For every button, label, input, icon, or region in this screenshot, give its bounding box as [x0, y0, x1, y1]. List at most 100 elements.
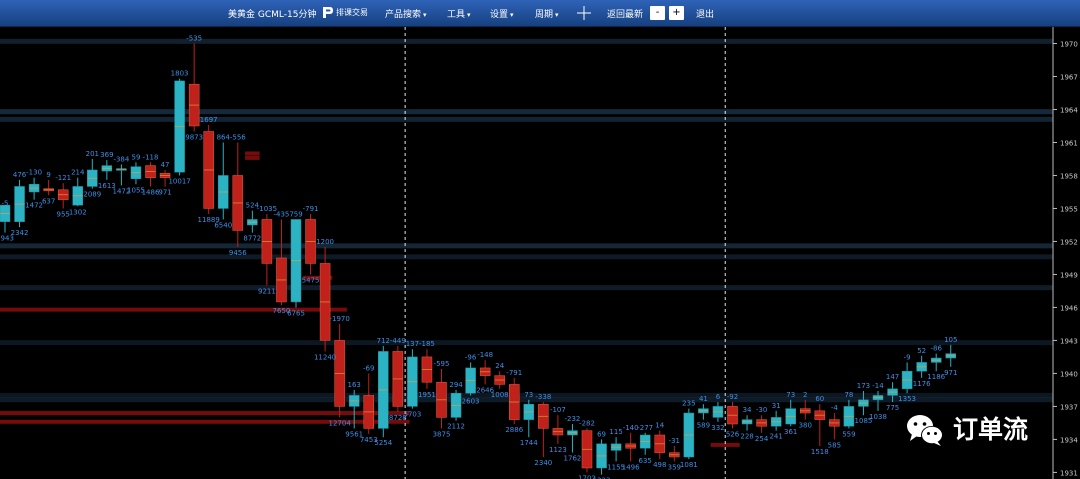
volume-level-band — [0, 254, 1053, 260]
candle-volume-label: 241 — [769, 433, 782, 441]
candle-delta-label: 759 — [289, 210, 302, 218]
price-axis: 1970 1967 1964 1961 1958 1955 1952 1949 1946 1943… — [1052, 27, 1078, 479]
candle-delta-label: -86 — [930, 345, 942, 353]
candle-volume-label: 5475 — [302, 276, 320, 284]
candle-delta-label: -232 — [565, 415, 581, 423]
price-tick-label: 1940 — [1060, 370, 1078, 378]
candle-delta-label: -4 — [831, 404, 839, 412]
candle-volume-label: 1744 — [520, 439, 538, 447]
price-tick-label: 1931 — [1060, 469, 1078, 477]
candle-delta-label: 137 — [406, 340, 419, 348]
candle-delta-label: 214 — [71, 169, 85, 177]
candle-volume-label: 1008 — [491, 391, 509, 399]
crosshair-icon[interactable] — [577, 6, 591, 20]
menu-product-search[interactable]: 产品搜索 ▾ — [385, 7, 427, 20]
candle-delta-label: -9 — [904, 353, 911, 361]
candle-delta-label: 476 — [13, 171, 27, 179]
logo-icon — [323, 7, 333, 18]
exit-button[interactable]: 退出 — [696, 7, 714, 20]
candle-volume-label: 1518 — [811, 448, 829, 456]
candle-volume-label: 254 — [755, 435, 769, 443]
candle-delta-label: 52 — [917, 347, 926, 355]
candle-volume-label: 1496 — [622, 463, 640, 471]
back-to-latest-button[interactable]: 返回最新 — [607, 7, 643, 20]
candle-delta-label: 78 — [844, 391, 853, 399]
candle-volume-label: 1302 — [69, 208, 87, 216]
candle-volume-label: 2112 — [447, 423, 465, 431]
volume-level-band — [0, 109, 1053, 115]
wechat-icon — [907, 415, 943, 446]
candle-volume-label: 3875 — [433, 430, 451, 438]
price-tick-label: 1967 — [1060, 73, 1078, 81]
candle-volume-label: 2603 — [462, 397, 480, 405]
candle-volume-label: 971 — [944, 369, 957, 377]
candle-delta-label: -107 — [550, 406, 566, 414]
candle-volume-label: 971 — [158, 188, 171, 196]
candle-delta-label: 73 — [524, 391, 533, 399]
candle-delta-label: -14 — [872, 382, 884, 390]
candle-delta-label: 9 — [46, 171, 50, 179]
candle-volume-label: 635 — [639, 457, 652, 465]
volume-levels — [0, 38, 1053, 447]
candle-delta-label: -30 — [756, 406, 767, 414]
candle-delta-label: -118 — [143, 153, 159, 161]
menu-settings[interactable]: 设置 ▾ — [490, 7, 514, 20]
candle-volume-label: 228 — [740, 433, 753, 441]
candle-delta-label: 24 — [495, 362, 504, 370]
candle-delta-label: 864 — [217, 133, 231, 141]
symbol-title: 美黄金 GCML-15分钟 — [228, 10, 317, 20]
candle-volume-label: 12704 — [329, 419, 352, 427]
candle-delta-label: 2 — [803, 391, 807, 399]
candle-delta-label: -140 — [623, 424, 639, 432]
candle-delta-label: 1200 — [316, 238, 334, 246]
price-tick-label: 1934 — [1060, 436, 1078, 444]
candle-delta-label: -92 — [727, 393, 738, 401]
candle-delta-label: -121 — [55, 174, 71, 182]
logo-text: 排课交易 — [336, 8, 368, 17]
candle-delta-label: 60 — [815, 395, 824, 403]
chevron-down-icon: ▾ — [555, 11, 559, 19]
volume-level-band — [0, 340, 1053, 346]
candle-volume-label: 1186 — [927, 373, 945, 381]
candle-volume-label: 5703 — [403, 411, 421, 419]
candle-delta-label: 105 — [944, 336, 957, 344]
candle-volume-label: 5254 — [374, 439, 392, 447]
candle-volume-label: 1081 — [680, 461, 698, 469]
candle-volume-label: 9456 — [229, 249, 247, 257]
candle-volume-label: 1038 — [869, 413, 887, 421]
candle-delta-label: -185 — [419, 340, 435, 348]
candle-delta-label: -148 — [477, 351, 493, 359]
volume-level-band — [0, 38, 1053, 44]
delta-level-band — [0, 411, 410, 416]
candle-delta-label: 14 — [655, 422, 664, 430]
chevron-down-icon: ▾ — [423, 11, 427, 19]
candle-delta-label: -595 — [434, 360, 450, 368]
candle-delta-label: -791 — [506, 369, 522, 377]
price-tick-label: 1955 — [1060, 205, 1078, 213]
top-toolbar: 美黄金 GCML-15分钟 排课交易 产品搜索 ▾ 工具 ▾ 设置 ▾ 周期 ▾ 返回最… — [0, 0, 1080, 27]
candle-delta-label: -449 — [390, 337, 406, 345]
delta-level-band — [245, 155, 260, 160]
candle-delta-label: -31 — [669, 437, 680, 445]
menu-period[interactable]: 周期 ▾ — [535, 7, 559, 20]
candle-volume-label: 6540 — [214, 221, 232, 229]
candle-volume-label: 2089 — [83, 191, 101, 199]
candle-volume-label: 637 — [42, 197, 55, 205]
candle-delta-label: -556 — [230, 133, 246, 141]
chevron-down-icon: ▾ — [467, 11, 471, 19]
candle-volume-label: 332 — [711, 424, 724, 432]
price-tick-label: 1952 — [1060, 238, 1078, 246]
candle-delta-label: -338 — [535, 393, 551, 401]
candle-delta-label: -69 — [363, 364, 374, 372]
candle-volume-label: 1353 — [898, 395, 916, 403]
candle-volume-label: 1951 — [418, 391, 436, 399]
menu-tools[interactable]: 工具 ▾ — [447, 7, 471, 20]
zoom-in-button[interactable]: + — [669, 6, 684, 20]
volume-level-band — [0, 285, 1053, 291]
candle-delta-label: -791 — [303, 205, 319, 213]
candle-volume-label: 559 — [842, 430, 855, 438]
zoom-out-button[interactable]: - — [650, 6, 665, 20]
candle-volume-label: 2886 — [505, 426, 523, 434]
volume-level-band — [0, 116, 1053, 122]
candle-delta-label: 712 — [377, 337, 390, 345]
